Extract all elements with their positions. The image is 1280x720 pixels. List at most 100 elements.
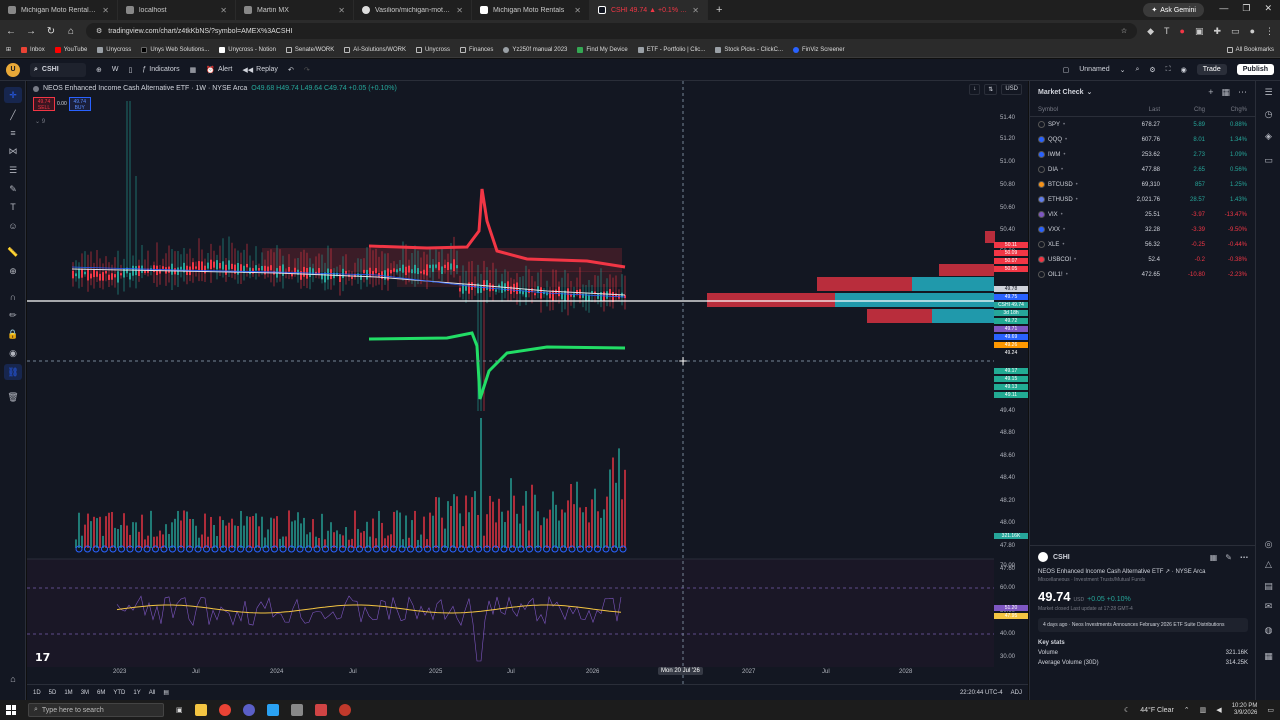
calendar-icon[interactable]: ▤ bbox=[1262, 581, 1275, 594]
watchlist-title[interactable]: Market Check bbox=[1038, 89, 1084, 96]
chevron-down-icon[interactable]: ⌄ bbox=[1120, 66, 1126, 74]
bookmark-item[interactable]: Inbox bbox=[21, 46, 45, 53]
watchlist-row[interactable]: DIA • 477.88 2.65 0.56% bbox=[1030, 162, 1255, 177]
app-icon[interactable] bbox=[266, 704, 279, 716]
avatar[interactable]: U bbox=[6, 62, 20, 77]
price-scale[interactable]: 51.4051.2051.0050.8050.6050.4050.2049.40… bbox=[994, 81, 1028, 661]
close-tab-icon[interactable]: ✕ bbox=[338, 6, 345, 15]
close-tab-icon[interactable]: ✕ bbox=[102, 6, 109, 15]
fib-icon[interactable]: ≡ bbox=[4, 125, 22, 141]
trendline-icon[interactable]: ╱ bbox=[4, 107, 22, 123]
clock-time[interactable]: 22:20:44 UTC-4 bbox=[960, 690, 1003, 696]
browser-tab[interactable]: localhost ✕ bbox=[118, 0, 236, 20]
replay-button[interactable]: ◀◀ Replay bbox=[242, 66, 278, 74]
tray-chevron-icon[interactable]: ⌃ bbox=[1184, 706, 1190, 714]
weather-text[interactable]: 44°F Clear bbox=[1140, 707, 1174, 714]
trade-button[interactable]: Trade bbox=[1196, 64, 1227, 75]
compare-icon[interactable]: ⊕ bbox=[96, 66, 102, 74]
range-5d-button[interactable]: 5D bbox=[49, 690, 57, 696]
watchlist-row[interactable]: USBCOI • 52.4 -0.2 -0.38% bbox=[1030, 252, 1255, 267]
date-range-icon[interactable]: ▤ bbox=[163, 689, 169, 696]
magnet-icon[interactable]: ∩ bbox=[4, 289, 22, 305]
price-chart-canvas[interactable]: +17 bbox=[27, 81, 1028, 684]
crosshair-icon[interactable]: ✛ bbox=[4, 87, 22, 103]
watchlist-row[interactable]: SPY • 678.27 5.89 0.88% bbox=[1030, 117, 1255, 132]
reload-icon[interactable]: ↻ bbox=[46, 26, 56, 37]
alert-button[interactable]: ⏰ Alert bbox=[206, 66, 232, 74]
network-icon[interactable]: ▥ bbox=[1200, 706, 1207, 714]
ruler-icon[interactable]: 📏 bbox=[4, 244, 22, 260]
app-icon[interactable] bbox=[242, 704, 255, 716]
apps-grid-icon[interactable]: ⊞ bbox=[6, 46, 11, 53]
bookmark-item[interactable]: Unycross bbox=[97, 46, 131, 53]
watchlist-icon[interactable]: ☰ bbox=[1262, 87, 1275, 100]
candles-icon[interactable]: ▯ bbox=[128, 66, 132, 74]
browser-tab[interactable]: Michigan Moto Rentals ✕ bbox=[472, 0, 590, 20]
buy-button[interactable]: 49.74 BUY bbox=[68, 97, 91, 111]
chat-icon[interactable]: ▭ bbox=[1262, 155, 1275, 168]
chart-pane[interactable]: +17 NEOS Enhanced Income Cash Alternativ… bbox=[27, 81, 1028, 684]
column-header[interactable]: Chg% bbox=[1205, 107, 1247, 113]
visibility-eye-icon[interactable]: ◉ bbox=[4, 345, 22, 361]
news-headline[interactable]: 4 days ago · Neos Investments Announces … bbox=[1038, 618, 1248, 632]
site-info-icon[interactable]: ⚙ bbox=[96, 27, 102, 35]
chevron-down-icon[interactable]: ⌄ bbox=[1087, 88, 1093, 96]
alerts-clock-icon[interactable]: ◷ bbox=[1262, 109, 1275, 122]
bookmark-folder[interactable]: Finances bbox=[459, 46, 493, 53]
chrome-icon[interactable] bbox=[218, 704, 231, 716]
browser-tab[interactable]: Michigan Moto Rentals Website✕ bbox=[0, 0, 118, 20]
grid-icon[interactable]: ▦ bbox=[1210, 553, 1218, 562]
quick-search-icon[interactable]: ⌕ bbox=[1135, 66, 1139, 74]
new-tab-icon[interactable]: + bbox=[708, 4, 730, 16]
sync-drawings-icon[interactable]: ⛓ bbox=[4, 364, 22, 380]
watchlist-row[interactable]: IWM • 253.62 2.73 1.09% bbox=[1030, 147, 1255, 162]
volume-icon[interactable]: ◀ bbox=[1216, 706, 1221, 714]
taskbar-search-input[interactable]: ⌕ Type here to search bbox=[28, 703, 164, 717]
bookmark-item[interactable]: YouTube bbox=[54, 46, 87, 53]
redo-icon[interactable]: ↷ bbox=[304, 66, 310, 74]
column-header[interactable]: Chg bbox=[1160, 107, 1205, 113]
profile-icon[interactable]: ● bbox=[1250, 26, 1255, 37]
range-ytd-button[interactable]: YTD bbox=[113, 690, 125, 696]
range-6m-button[interactable]: 6M bbox=[97, 690, 105, 696]
add-symbol-icon[interactable]: + bbox=[1208, 87, 1213, 98]
templates-icon[interactable]: ▦ bbox=[190, 66, 197, 74]
zoom-icon[interactable]: ⊕ bbox=[4, 263, 22, 279]
snapshot-camera-icon[interactable]: ◉ bbox=[1181, 66, 1187, 74]
range-1y-button[interactable]: 1Y bbox=[133, 690, 140, 696]
time-scale[interactable]: 2023 Jul 2024 Jul 2025 Jul 2026 2027 Jul 2028 Mon … bbox=[27, 664, 967, 684]
bookmark-item[interactable]: Stock Picks - ClickC... bbox=[715, 46, 783, 53]
more-dots-icon[interactable]: ⋯ bbox=[1238, 87, 1247, 98]
weather-icon[interactable]: ☾ bbox=[1124, 706, 1130, 714]
stay-drawing-icon[interactable]: ✏ bbox=[4, 307, 22, 323]
watchlist-row[interactable]: ETHUSD • 2,021.76 28.57 1.43% bbox=[1030, 192, 1255, 207]
forecast-icon[interactable]: ☰ bbox=[4, 162, 22, 178]
menu-dots-icon[interactable]: ⋮ bbox=[1265, 26, 1274, 37]
external-link-icon[interactable]: ↗ bbox=[1165, 569, 1170, 575]
bookmark-item[interactable]: Find My Device bbox=[577, 46, 628, 53]
range-1m-button[interactable]: 1M bbox=[64, 690, 72, 696]
forward-icon[interactable]: → bbox=[26, 26, 36, 37]
all-bookmarks-folder[interactable]: All Bookmarks bbox=[1226, 46, 1274, 53]
bookmark-folder[interactable]: AI-Solutions/WORK bbox=[344, 46, 406, 53]
minimize-icon[interactable]: — bbox=[1219, 3, 1228, 14]
watchlist-row[interactable]: VIX • 25.51 -3.97 -13.47% bbox=[1030, 207, 1255, 222]
layout-icon[interactable]: ▢ bbox=[1063, 66, 1070, 74]
app-icon[interactable] bbox=[290, 704, 303, 716]
watchlist-row[interactable]: BTCUSD • 69,310 857 1.25% bbox=[1030, 177, 1255, 192]
edit-icon[interactable]: ✎ bbox=[1225, 553, 1232, 562]
indicators-button[interactable]: ƒ Indicators bbox=[142, 66, 179, 73]
bookmark-folder[interactable]: Unycross bbox=[415, 46, 450, 53]
bookmark-item[interactable]: FinViz Screener bbox=[793, 46, 845, 53]
url-input[interactable]: ⚙ tradingview.com/chart/z4tkKbNS/?symbol… bbox=[86, 23, 1138, 39]
range-3m-button[interactable]: 3M bbox=[81, 690, 89, 696]
more-dots-icon[interactable]: ⋯ bbox=[1240, 553, 1248, 562]
object-tree-icon[interactable]: ⌂ bbox=[4, 671, 22, 687]
notifications-icon[interactable]: ▭ bbox=[1267, 706, 1274, 714]
extension-icon[interactable]: ▣ bbox=[1195, 26, 1204, 37]
app-icon[interactable] bbox=[314, 704, 327, 716]
taskbar-clock[interactable]: 10:20 PM 3/9/2026 bbox=[1232, 703, 1258, 717]
interval-button[interactable]: W bbox=[112, 66, 119, 73]
bookmark-item[interactable]: Unys Web Solutions... bbox=[141, 46, 209, 53]
publish-button[interactable]: Publish bbox=[1236, 64, 1274, 75]
